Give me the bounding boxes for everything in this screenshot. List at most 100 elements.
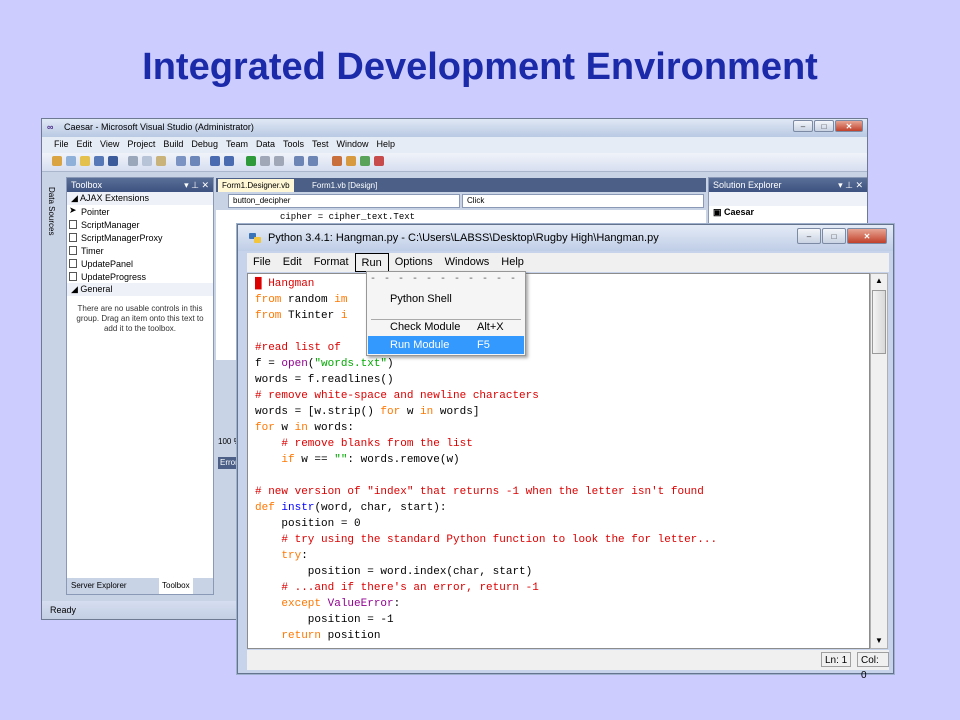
vs-menu-view[interactable]: View	[96, 137, 123, 153]
vs-maximize-button[interactable]: □	[814, 120, 834, 132]
vs-menu-data[interactable]: Data	[252, 137, 279, 153]
code-line: #read list of	[255, 342, 341, 354]
pause-icon[interactable]	[260, 156, 270, 166]
toolbox-item-scriptmanager[interactable]: ScriptManager	[67, 218, 213, 231]
idle-menu-windows[interactable]: Windows	[439, 253, 496, 272]
redo-icon[interactable]	[224, 156, 234, 166]
stop-icon[interactable]	[274, 156, 284, 166]
toolbox-group-ajax[interactable]: ◢ AJAX Extensions	[67, 192, 213, 205]
code-line: # try using the standard Python function…	[281, 534, 718, 546]
solution-explorer-pin-icon[interactable]: ▾ ⊥ ✕	[838, 178, 863, 192]
class-name-combo[interactable]: button_decipher	[228, 194, 460, 208]
toolbox-icon[interactable]	[374, 156, 384, 166]
code-line: from Tkinter i	[255, 310, 348, 322]
idle-menu-run[interactable]: Run	[354, 253, 389, 272]
vs-menu-help[interactable]: Help	[373, 137, 400, 153]
solution-root[interactable]: ▣ Caesar	[709, 206, 867, 219]
control-icon	[69, 259, 77, 268]
start-debugging-icon[interactable]	[246, 156, 256, 166]
vs-menu-tools[interactable]: Tools	[279, 137, 308, 153]
python-icon	[249, 233, 261, 243]
method-name-value: Click	[467, 196, 485, 205]
method-name-combo[interactable]: Click	[462, 194, 704, 208]
scroll-down-icon[interactable]: ▼	[871, 634, 887, 648]
toolbox-group-general[interactable]: ◢ General	[67, 283, 213, 296]
toolbox-title: Toolbox	[71, 180, 103, 190]
object-browser-icon[interactable]	[360, 156, 370, 166]
undo-icon[interactable]	[210, 156, 220, 166]
code-line: position = -1	[255, 614, 394, 626]
idle-menu-edit[interactable]: Edit	[277, 253, 308, 272]
vs-menu-project[interactable]: Project	[123, 137, 159, 153]
server-explorer-tab[interactable]: Server Explorer	[71, 578, 127, 594]
copy-icon[interactable]	[142, 156, 152, 166]
vs-menu-build[interactable]: Build	[159, 137, 187, 153]
menu-item-check-module[interactable]: Check Module Alt+X	[368, 318, 524, 336]
idle-minimize-button[interactable]: –	[797, 228, 821, 244]
menu-item-label: Python Shell	[390, 293, 452, 305]
menu-item-run-module[interactable]: Run Module F5	[368, 336, 524, 354]
cut-icon[interactable]	[128, 156, 138, 166]
uncomment-icon[interactable]	[190, 156, 200, 166]
code-line: █ Hangman	[255, 278, 315, 290]
properties-icon[interactable]	[346, 156, 356, 166]
line-indicator: Ln: 1	[821, 652, 852, 667]
open-folder-icon[interactable]	[80, 156, 90, 166]
scroll-thumb[interactable]	[872, 290, 886, 354]
step-into-icon[interactable]	[294, 156, 304, 166]
idle-vertical-scrollbar[interactable]: ▲ ▼	[870, 273, 888, 649]
idle-title-bar: Python 3.4.1: Hangman.py - C:\Users\LABS…	[238, 225, 893, 251]
menu-item-label: Run Module	[390, 339, 450, 351]
toolbox-item-label: Timer	[81, 246, 104, 256]
general-group-label: General	[80, 284, 113, 294]
new-project-icon[interactable]	[52, 156, 62, 166]
scroll-up-icon[interactable]: ▲	[871, 274, 887, 288]
paste-icon[interactable]	[156, 156, 166, 166]
toolbox-item-pointer[interactable]: ➤ Pointer	[67, 205, 213, 218]
idle-menu-options[interactable]: Options	[389, 253, 439, 272]
vs-window-title: Caesar - Microsoft Visual Studio (Admini…	[64, 122, 254, 132]
menu-tearoff[interactable]: - - - - - - - - - - - - -	[370, 275, 522, 285]
vs-menu-edit[interactable]: Edit	[73, 137, 97, 153]
vs-title-bar: ∞ Caesar - Microsoft Visual Studio (Admi…	[42, 119, 867, 137]
comment-icon[interactable]	[176, 156, 186, 166]
solution-explorer-icon[interactable]	[332, 156, 342, 166]
tab-form1-designer[interactable]: Form1.Designer.vb	[218, 179, 294, 192]
idle-window-title: Python 3.4.1: Hangman.py - C:\Users\LABS…	[268, 232, 659, 244]
code-line: from random im	[255, 294, 348, 306]
idle-menu-format[interactable]: Format	[308, 253, 355, 272]
solution-root-label: Caesar	[724, 207, 755, 217]
vs-menu-team[interactable]: Team	[222, 137, 252, 153]
save-icon[interactable]	[94, 156, 104, 166]
toolbox-item-updatepanel[interactable]: UpdatePanel	[67, 257, 213, 270]
slide-title: Integrated Development Environment	[142, 46, 818, 88]
idle-menu-help[interactable]: Help	[495, 253, 530, 272]
idle-code-editor[interactable]: █ Hangman from random im from Tkinter i …	[247, 273, 870, 649]
menu-item-accelerator: F5	[477, 339, 490, 351]
vs-menu-debug[interactable]: Debug	[187, 137, 222, 153]
code-line: return position	[281, 630, 381, 642]
vs-menu-test[interactable]: Test	[308, 137, 333, 153]
idle-close-button[interactable]: ✕	[847, 228, 887, 244]
vs-close-button[interactable]: ✕	[835, 120, 863, 132]
add-item-icon[interactable]	[66, 156, 76, 166]
toolbox-tab[interactable]: Toolbox	[159, 578, 193, 594]
toolbox-item-label: ScriptManager	[81, 220, 140, 230]
idle-menu-file[interactable]: File	[247, 253, 277, 272]
menu-item-python-shell[interactable]: Python Shell	[368, 290, 524, 308]
step-over-icon[interactable]	[308, 156, 318, 166]
vs-menu-file[interactable]: File	[50, 137, 73, 153]
vs-menu-window[interactable]: Window	[333, 137, 373, 153]
data-sources-tab[interactable]: Data Sources	[46, 177, 60, 367]
vs-minimize-button[interactable]: –	[793, 120, 813, 132]
toolbox-item-updateprogress[interactable]: UpdateProgress	[67, 270, 213, 283]
toolbox-item-scriptmanagerproxy[interactable]: ScriptManagerProxy	[67, 231, 213, 244]
tab-form1-design[interactable]: Form1.vb [Design]	[308, 179, 381, 192]
idle-maximize-button[interactable]: □	[822, 228, 846, 244]
code-line: # remove white-space and newline charact…	[255, 390, 539, 402]
toolbox-item-label: ScriptManagerProxy	[81, 233, 163, 243]
solution-explorer-panel: Solution Explorer ▾ ⊥ ✕ ▣ Caesar	[708, 177, 867, 227]
toolbox-item-timer[interactable]: Timer	[67, 244, 213, 257]
toolbox-pin-icon[interactable]: ▾ ⊥ ✕	[184, 178, 209, 192]
save-all-icon[interactable]	[108, 156, 118, 166]
